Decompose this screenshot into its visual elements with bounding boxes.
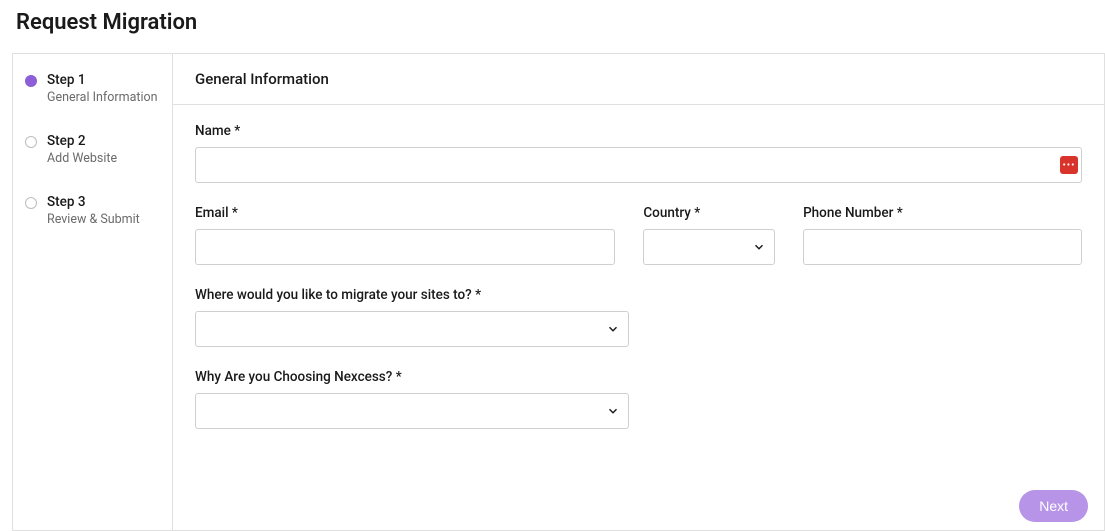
password-manager-icon[interactable]: ••• (1060, 156, 1078, 174)
sidebar-step-2[interactable]: Step 2 Add Website (25, 133, 160, 166)
country-select[interactable] (643, 229, 775, 265)
page-title: Request Migration (0, 0, 1105, 53)
sidebar-step-3[interactable]: Step 3 Review & Submit (25, 194, 160, 227)
chevron-down-icon (752, 240, 766, 254)
migrate-to-select[interactable] (195, 311, 629, 347)
next-button[interactable]: Next (1019, 490, 1088, 522)
step-dot (25, 197, 37, 209)
section-header: General Information (173, 54, 1104, 105)
name-input[interactable] (195, 147, 1082, 183)
step-label: Step 1 (47, 72, 158, 88)
phone-label: Phone Number * (803, 205, 1082, 221)
wizard-container: Step 1 General Information Step 2 Add We… (12, 53, 1105, 531)
step-label: Step 3 (47, 194, 140, 210)
step-dot (25, 136, 37, 148)
migrate-to-label: Where would you like to migrate your sit… (195, 287, 1082, 303)
chevron-down-icon (606, 322, 620, 336)
steps-sidebar: Step 1 General Information Step 2 Add We… (13, 54, 173, 530)
sidebar-step-1[interactable]: Step 1 General Information (25, 72, 160, 105)
email-label: Email * (195, 205, 615, 221)
step-sublabel: Add Website (47, 151, 117, 166)
why-nexcess-select[interactable] (195, 393, 629, 429)
step-sublabel: General Information (47, 90, 158, 105)
form-main: General Information Name * ••• Email * (173, 54, 1104, 530)
country-label: Country * (643, 205, 775, 221)
step-sublabel: Review & Submit (47, 212, 140, 227)
phone-input[interactable] (803, 229, 1082, 265)
form-body: Name * ••• Email * Country * (173, 105, 1104, 451)
email-input[interactable] (195, 229, 615, 265)
name-label: Name * (195, 123, 1082, 139)
chevron-down-icon (606, 404, 620, 418)
step-label: Step 2 (47, 133, 117, 149)
why-nexcess-label: Why Are you Choosing Nexcess? * (195, 369, 1082, 385)
step-dot-active (25, 75, 37, 87)
